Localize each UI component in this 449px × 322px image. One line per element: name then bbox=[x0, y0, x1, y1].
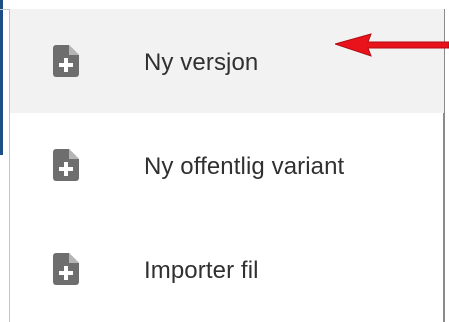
menu-item-label: Ny offentlig variant bbox=[144, 153, 345, 180]
menu-item-label: Importer fil bbox=[144, 257, 259, 284]
red-arrow-annotation bbox=[335, 33, 449, 57]
menu-item-import-file[interactable]: Importer fil bbox=[10, 217, 444, 321]
screenshot-stage: Ny versjon Ny offentlig variant Importer… bbox=[0, 0, 449, 322]
file-add-icon bbox=[53, 45, 79, 77]
menu-item-new-version[interactable]: Ny versjon bbox=[10, 9, 444, 113]
file-add-icon bbox=[53, 149, 79, 181]
left-accent-bar bbox=[0, 0, 3, 155]
menu-item-new-public-variant[interactable]: Ny offentlig variant bbox=[10, 113, 444, 217]
menu-item-label: Ny versjon bbox=[144, 49, 259, 76]
file-add-icon bbox=[53, 253, 79, 285]
